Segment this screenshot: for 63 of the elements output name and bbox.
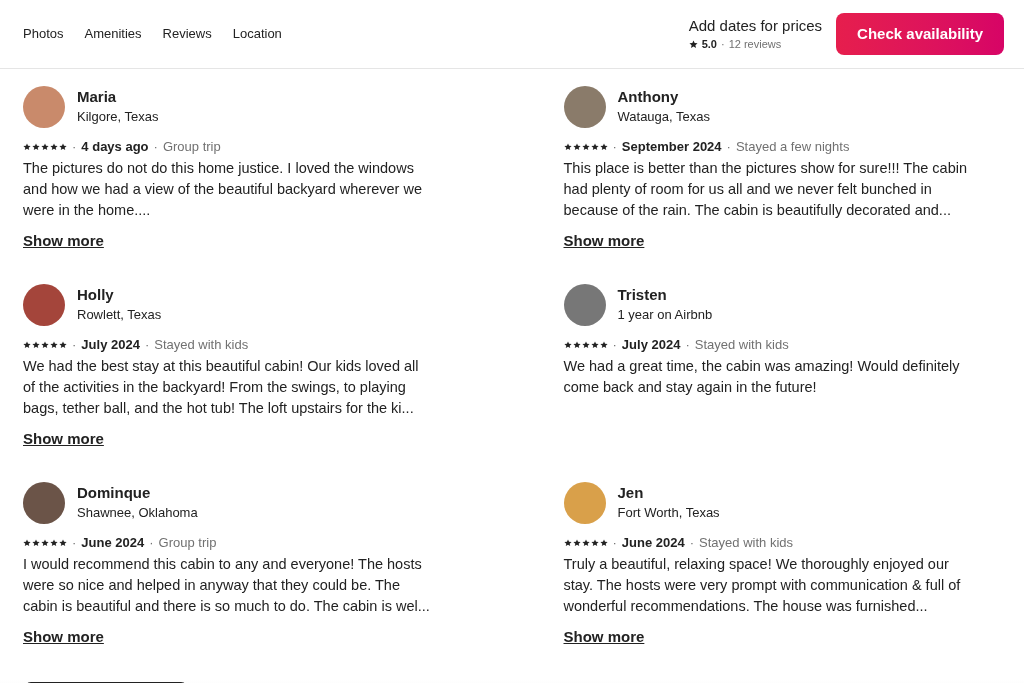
nav-link[interactable]: Location — [232, 24, 282, 44]
review-date: June 2024 — [81, 534, 145, 552]
trip-type: Stayed with kids — [694, 336, 789, 354]
separator-dot: · — [726, 138, 731, 156]
separator-dot: · — [612, 138, 617, 156]
avatar-photo-placeholder — [563, 284, 606, 326]
trip-type: Stayed a few nights — [735, 138, 850, 156]
show-more-link[interactable]: Show more — [23, 232, 104, 249]
review-date: July 2024 — [81, 336, 140, 354]
star-icon — [688, 39, 698, 49]
avatar-photo-placeholder — [23, 86, 65, 128]
review-text: The pictures do not do this home justice. I loved the windows and how we had a view of the beautiful backyard wherever we were in the home.... — [23, 159, 423, 220]
reviewer-name: Tristen — [617, 285, 668, 305]
avatar-photo-placeholder — [563, 86, 606, 128]
reviewer-name: Anthony — [617, 87, 680, 107]
trip-type: Group trip — [158, 534, 217, 552]
separator-dot: · — [149, 534, 154, 552]
reviewer-location: Rowlett, Texas — [77, 306, 162, 324]
separator-dot: · — [612, 534, 617, 552]
separator-dot: · — [721, 37, 725, 52]
show-more-link[interactable]: Show more — [563, 628, 645, 645]
review-text: Truly a beautiful, relaxing space! We thoroughly enjoyed our stay. The hosts were very prompt with communication & full of wonderful recommendations. The house was furnished... — [563, 555, 962, 616]
separator-dot: · — [72, 534, 77, 552]
show-more-link[interactable]: Show more — [563, 232, 645, 249]
show-more-link[interactable]: Show more — [23, 628, 104, 645]
review-text: We had the best stay at this beautiful cabin! Our kids loved all of the activities in the backyard! From the swings, to playing bags, tether ball, and the hot tub! The loft upstairs for the ki... — [23, 357, 420, 418]
separator-dot: · — [612, 336, 617, 354]
separator-dot: · — [72, 336, 77, 354]
reviewer-location: Watauga, Texas — [617, 108, 710, 126]
reviewer-name: Dominque — [77, 483, 152, 503]
nav-link[interactable]: Reviews — [162, 24, 212, 44]
reviewer-name: Holly — [77, 285, 115, 305]
review-text: I would recommend this cabin to any and everyone! The hosts were so nice and helped in anyway that they could be. The cabin is beautiful and there is so much to do. The cabin is wel... — [23, 555, 431, 616]
review-text: We had a great time, the cabin was amazing! Would definitely come back and stay again in the future! — [563, 357, 961, 397]
rating-value: 5.0 — [701, 37, 717, 52]
trip-type: Stayed with kids — [699, 534, 793, 552]
separator-dot: · — [689, 534, 695, 552]
nav-link[interactable]: Amenities — [84, 24, 142, 44]
avatar-photo-placeholder — [23, 482, 65, 524]
review-date: 4 days ago — [81, 138, 149, 156]
separator-dot: · — [72, 138, 77, 156]
separator-dot: · — [685, 336, 690, 354]
trip-type: Group trip — [162, 138, 221, 156]
avatar-photo-placeholder — [23, 284, 65, 326]
review-date: September 2024 — [621, 138, 722, 156]
separator-dot: · — [153, 138, 158, 156]
separator-dot: · — [144, 336, 150, 354]
review-date: June 2024 — [621, 534, 685, 552]
reviewer-location: Fort Worth, Texas — [617, 504, 720, 522]
avatar-photo-placeholder — [563, 482, 606, 524]
reviewer-location: 1 year on Airbnb — [617, 306, 713, 324]
review-count: 12 reviews — [728, 37, 782, 52]
reviewer-name: Jen — [617, 483, 645, 503]
review-text: This place is better than the pictures show for sure!!! The cabin had plenty of room for us all and we never felt bunched in because of the rain. The cabin is beautifully decorated and... — [563, 159, 969, 220]
reviewer-location: Kilgore, Texas — [77, 108, 159, 126]
price-prompt: Add dates for prices — [688, 16, 823, 36]
nav-link[interactable]: Photos — [23, 24, 64, 44]
check-availability-button[interactable]: Check availability — [836, 13, 1004, 55]
reviewer-location: Shawnee, Oklahoma — [77, 504, 198, 522]
trip-type: Stayed with kids — [154, 336, 249, 354]
show-more-link[interactable]: Show more — [23, 430, 104, 447]
review-date: July 2024 — [621, 336, 681, 354]
reviewer-name: Maria — [77, 87, 118, 107]
